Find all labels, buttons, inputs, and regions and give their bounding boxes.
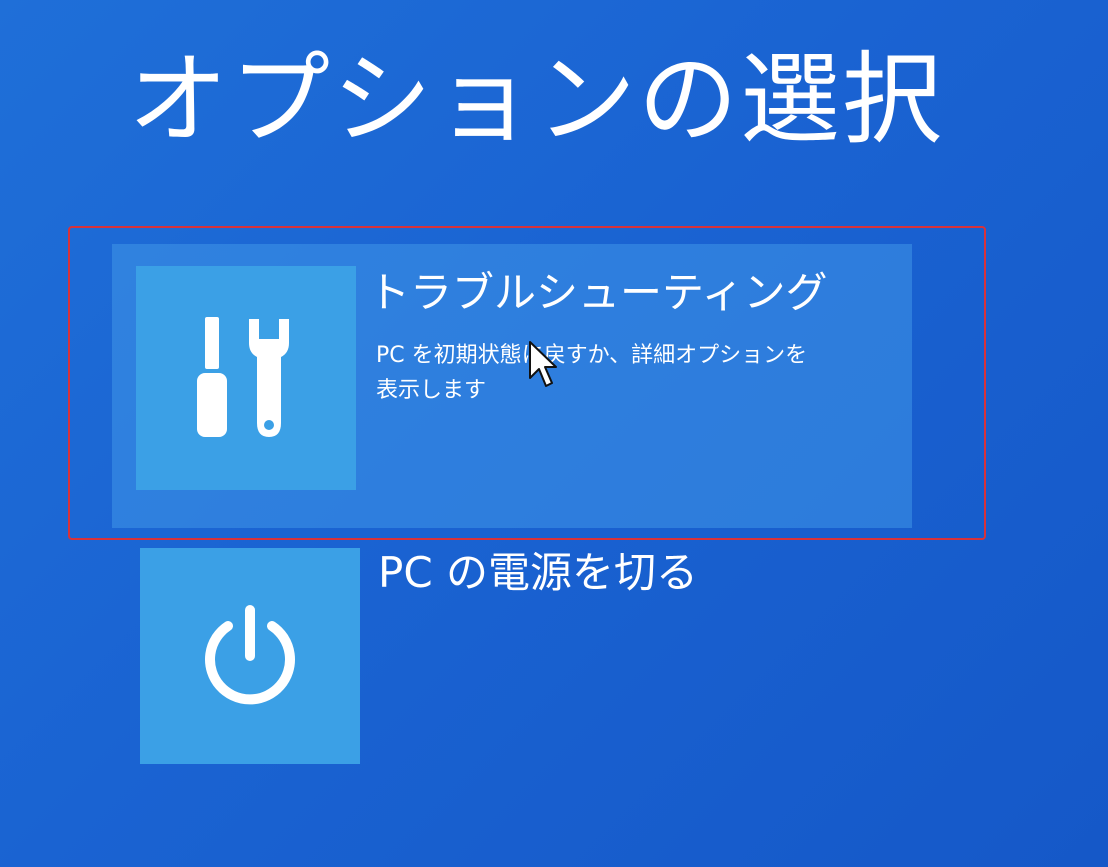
tile-power[interactable] xyxy=(140,548,360,764)
arrow-cursor-icon xyxy=(529,341,557,387)
option-title-power: PC の電源を切る xyxy=(378,548,699,597)
page-title: オプションの選択 xyxy=(128,41,944,158)
focus-frame xyxy=(68,226,986,540)
power-icon xyxy=(205,605,295,705)
mouse-cursor xyxy=(528,340,558,390)
